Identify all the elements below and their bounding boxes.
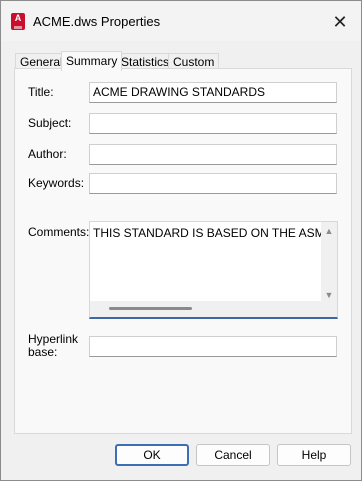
hyperlink-label-line2: base:: [28, 345, 58, 359]
help-button[interactable]: Help: [277, 444, 351, 466]
subject-field[interactable]: [89, 113, 337, 134]
properties-dialog: A ACME.dws Properties ✕ General Summary …: [0, 0, 362, 481]
comments-text: THIS STANDARD IS BASED ON THE ASME S: [93, 226, 321, 240]
autocad-app-icon: A: [11, 13, 25, 30]
scroll-down-icon[interactable]: ▼: [324, 290, 334, 300]
comments-label: Comments:: [28, 225, 90, 239]
horizontal-scrollbar[interactable]: [90, 301, 321, 317]
keywords-field[interactable]: [89, 173, 337, 194]
hyperlink-base-field[interactable]: [89, 336, 337, 357]
title-field[interactable]: ACME DRAWING STANDARDS: [89, 82, 337, 103]
title-label: Title:: [28, 85, 54, 99]
scrollbar-corner: [321, 301, 337, 317]
author-field[interactable]: [89, 144, 337, 165]
author-label: Author:: [28, 147, 67, 161]
summary-panel: Title: ACME DRAWING STANDARDS Subject: A…: [14, 68, 352, 434]
tab-summary[interactable]: Summary: [61, 51, 123, 71]
comments-textarea[interactable]: THIS STANDARD IS BASED ON THE ASME S ▲ ▼: [89, 221, 338, 319]
keywords-label: Keywords:: [28, 176, 85, 190]
title-bar: A ACME.dws Properties ✕: [1, 1, 361, 41]
window-title: ACME.dws Properties: [33, 14, 161, 29]
subject-label: Subject:: [28, 116, 72, 130]
horizontal-scroll-thumb[interactable]: [109, 307, 192, 310]
hyperlink-base-label: Hyperlink base:: [28, 333, 78, 359]
cancel-button[interactable]: Cancel: [196, 444, 270, 466]
scroll-up-icon[interactable]: ▲: [324, 226, 334, 236]
ok-button[interactable]: OK: [115, 444, 189, 466]
close-icon[interactable]: ✕: [327, 9, 353, 35]
vertical-scrollbar[interactable]: ▲ ▼: [321, 222, 337, 302]
